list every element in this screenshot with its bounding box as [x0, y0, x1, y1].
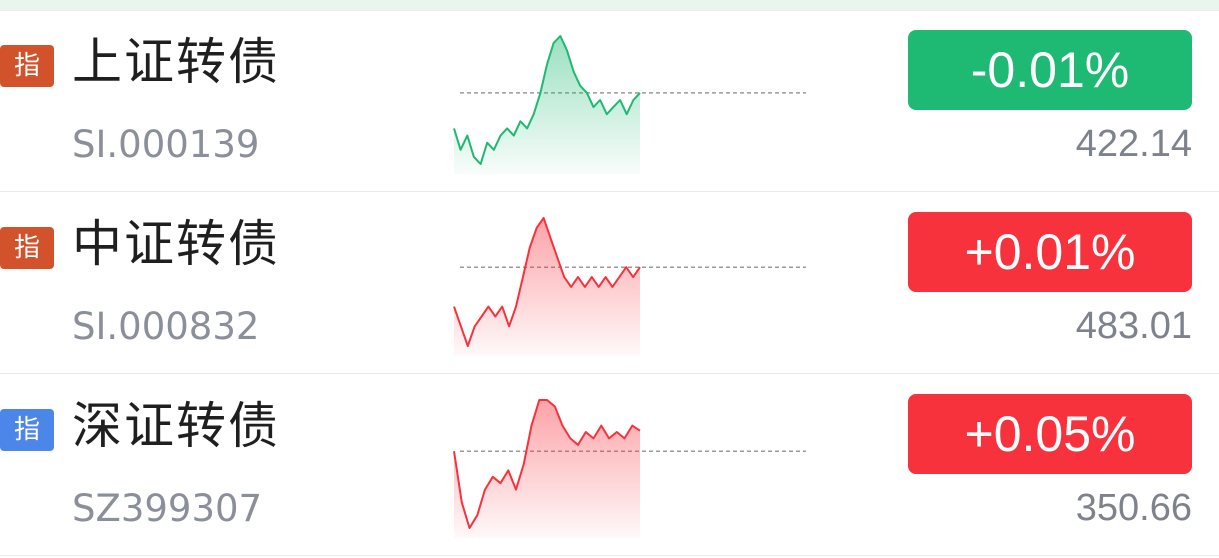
index-code: SI.000832: [72, 305, 260, 348]
index-name: 中证转债: [72, 215, 280, 273]
index-name: 上证转债: [72, 33, 280, 91]
index-tag: 指: [0, 409, 54, 451]
list-item[interactable]: 指 上证转债 SI.000139 -0.01% 422.14: [0, 10, 1219, 192]
index-list: 指 上证转债 SI.000139 -0.01% 422.14 指 中证转债 SI…: [0, 10, 1219, 556]
index-tag: 指: [0, 227, 54, 269]
index-code: SZ399307: [72, 487, 263, 530]
sparkline-chart: [453, 399, 806, 538]
index-code: SI.000139: [72, 123, 260, 166]
change-badge[interactable]: -0.01%: [908, 30, 1192, 110]
list-item[interactable]: 指 深证转债 SZ399307 +0.05% 350.66: [0, 374, 1219, 556]
sparkline-area: [454, 36, 640, 174]
change-badge[interactable]: +0.01%: [908, 212, 1192, 292]
sparkline-area: [454, 400, 640, 538]
price-value: 350.66: [1075, 487, 1192, 529]
sparkline-chart: [453, 217, 806, 356]
price-value: 483.01: [1075, 305, 1192, 347]
price-value: 422.14: [1075, 123, 1192, 165]
index-name: 深证转债: [72, 397, 280, 455]
list-item[interactable]: 指 中证转债 SI.000832 +0.01% 483.01: [0, 192, 1219, 374]
index-tag: 指: [0, 45, 54, 87]
change-badge[interactable]: +0.05%: [908, 394, 1192, 474]
sparkline-chart: [453, 35, 806, 174]
